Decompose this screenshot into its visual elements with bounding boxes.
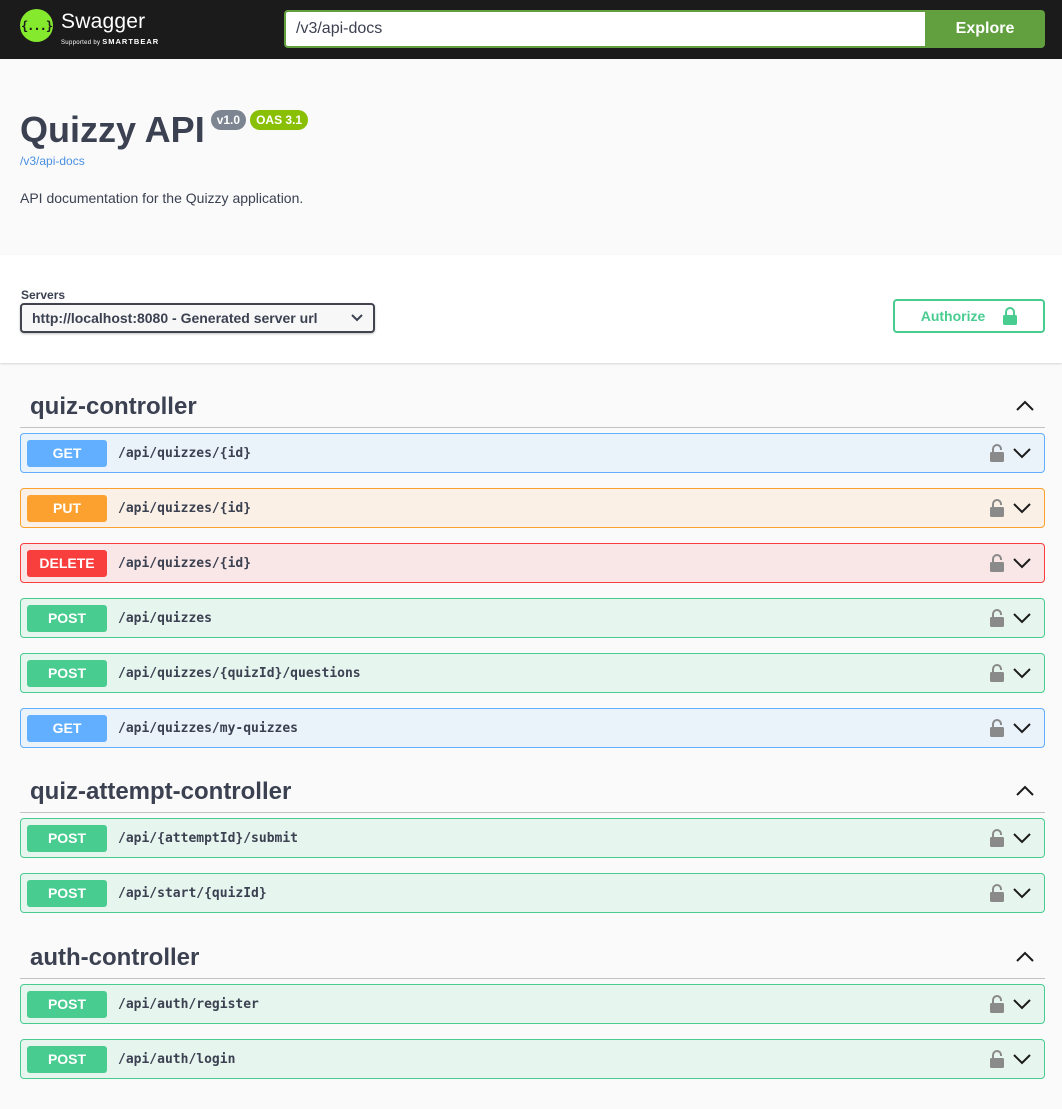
method-badge: DELETE	[27, 549, 107, 577]
chevron-down-icon[interactable]	[1013, 501, 1031, 519]
spec-link[interactable]: /v3/api-docs	[20, 154, 308, 168]
operation-path: /api/quizzes	[118, 610, 212, 626]
method-badge: GET	[27, 714, 107, 742]
method-badge: POST	[27, 659, 107, 687]
logo-wordmark: Swagger	[61, 10, 146, 33]
tag-section-quiz-attempt-controller: quiz-attempt-controller POST/api/{attempt…	[20, 771, 1045, 913]
authorize-label: Authorize	[920, 308, 986, 324]
unlock-icon[interactable]	[990, 609, 1004, 632]
chevron-up-icon[interactable]	[1005, 783, 1045, 801]
opblock-get[interactable]: GET/api/quizzes/{id}	[20, 433, 1045, 473]
opblock-post[interactable]: POST/api/quizzes/{quizId}/questions	[20, 653, 1045, 693]
tag-name: auth-controller	[30, 943, 200, 971]
unlock-icon[interactable]	[990, 995, 1004, 1018]
operation-path: /api/auth/login	[118, 1051, 236, 1067]
logo-subtitle: Supported by SMARTBEAR	[61, 37, 160, 46]
authorize-button[interactable]: Authorize	[893, 299, 1045, 333]
opblock-post[interactable]: POST/api/quizzes	[20, 598, 1045, 638]
swagger-logo[interactable]: {...} Swagger Supported by SMARTBEAR	[20, 9, 159, 46]
chevron-down-icon[interactable]	[1013, 831, 1031, 849]
lock-icon	[1003, 307, 1018, 325]
operation-path: /api/quizzes/my-quizzes	[118, 720, 299, 736]
method-badge: POST	[27, 1045, 107, 1073]
tag-name: quiz-attempt-controller	[30, 777, 292, 805]
topbar: {...} Swagger Supported by SMARTBEAR Exp…	[0, 0, 1062, 59]
chevron-down-icon[interactable]	[1013, 666, 1031, 684]
api-title: Quizzy API	[20, 109, 205, 150]
opblock-put[interactable]: PUT/api/quizzes/{id}	[20, 488, 1045, 528]
method-badge: POST	[27, 990, 107, 1018]
chevron-up-icon[interactable]	[1005, 398, 1045, 416]
operation-path: /api/quizzes/{quizId}/questions	[118, 665, 361, 681]
explore-button[interactable]: Explore	[925, 10, 1045, 48]
chevron-down-icon[interactable]	[1013, 886, 1031, 904]
operation-path: /api/auth/register	[118, 996, 259, 1012]
opblock-post[interactable]: POST/api/auth/login	[20, 1039, 1045, 1079]
scheme-container: Servers http://localhost:8080 - Generate…	[0, 255, 1062, 363]
method-badge: POST	[27, 879, 107, 907]
unlock-icon[interactable]	[990, 719, 1004, 742]
servers-select[interactable]: http://localhost:8080 - Generated server…	[20, 303, 375, 333]
spec-url-input[interactable]	[284, 10, 926, 48]
chevron-down-icon[interactable]	[1013, 721, 1031, 739]
swagger-logo-icon: {...}	[20, 9, 53, 42]
operation-path: /api/start/{quizId}	[118, 885, 267, 901]
tag-name: quiz-controller	[30, 392, 197, 420]
unlock-icon[interactable]	[990, 664, 1004, 687]
tag-header[interactable]: auth-controller	[20, 937, 1045, 979]
operation-path: /api/quizzes/{id}	[118, 445, 252, 461]
method-badge: POST	[27, 604, 107, 632]
tag-section-auth-controller: auth-controller POST/api/auth/register POS…	[20, 937, 1045, 1079]
chevron-down-icon[interactable]	[1013, 997, 1031, 1015]
unlock-icon[interactable]	[990, 829, 1004, 852]
chevron-down-icon[interactable]	[1013, 1052, 1031, 1070]
opblock-post[interactable]: POST/api/{attemptId}/submit	[20, 818, 1045, 858]
chevron-down-icon[interactable]	[1013, 446, 1031, 464]
method-badge: POST	[27, 824, 107, 852]
unlock-icon[interactable]	[990, 499, 1004, 522]
api-description: API documentation for the Quizzy applica…	[20, 190, 304, 206]
opblock-delete[interactable]: DELETE/api/quizzes/{id}	[20, 543, 1045, 583]
unlock-icon[interactable]	[990, 1050, 1004, 1073]
tag-header[interactable]: quiz-controller	[20, 386, 1045, 428]
api-info: Quizzy API v1.0 OAS 3.1 /v3/api-docs API…	[20, 108, 309, 206]
oas-badge: OAS 3.1	[250, 110, 309, 130]
servers-label: Servers	[21, 288, 66, 302]
version-badge: v1.0	[210, 110, 247, 130]
opblock-post[interactable]: POST/api/start/{quizId}	[20, 873, 1045, 913]
method-badge: PUT	[27, 494, 107, 522]
method-badge: GET	[27, 439, 107, 467]
unlock-icon[interactable]	[990, 554, 1004, 577]
opblock-get[interactable]: GET/api/quizzes/my-quizzes	[20, 708, 1045, 748]
tag-section-quiz-controller: quiz-controller GET/api/quizzes/{id} PUT/a…	[20, 386, 1045, 748]
operation-path: /api/{attemptId}/submit	[118, 830, 299, 846]
chevron-down-icon	[351, 314, 363, 322]
unlock-icon[interactable]	[990, 444, 1004, 467]
operation-path: /api/quizzes/{id}	[118, 555, 252, 571]
opblock-post[interactable]: POST/api/auth/register	[20, 984, 1045, 1024]
tag-header[interactable]: quiz-attempt-controller	[20, 771, 1045, 813]
servers-selected-value: http://localhost:8080 - Generated server…	[32, 310, 318, 326]
chevron-up-icon[interactable]	[1005, 949, 1045, 967]
operation-path: /api/quizzes/{id}	[118, 500, 252, 516]
chevron-down-icon[interactable]	[1013, 556, 1031, 574]
chevron-down-icon[interactable]	[1013, 611, 1031, 629]
unlock-icon[interactable]	[990, 884, 1004, 907]
